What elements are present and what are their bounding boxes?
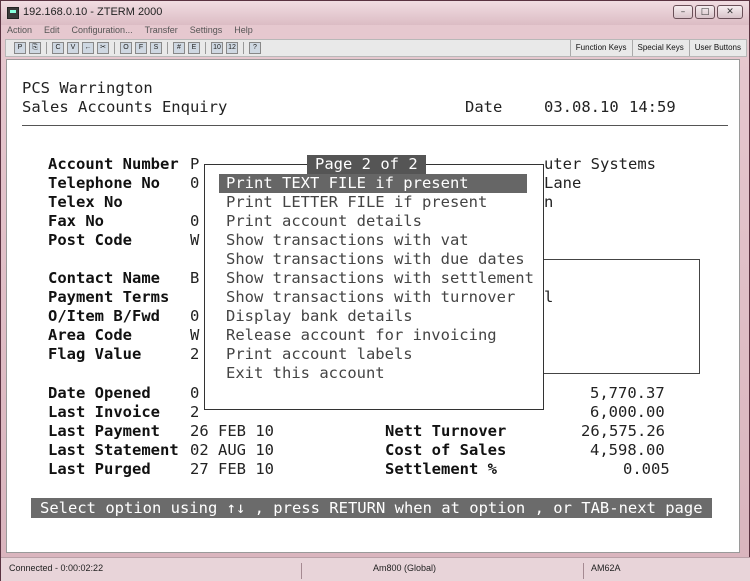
close-button[interactable]: ✕ — [717, 5, 743, 19]
date-value: 03.08.10 — [544, 98, 619, 116]
terminal-screen[interactable]: PCS Warrington Sales Accounts Enquiry Da… — [6, 59, 740, 553]
menu-help[interactable]: Help — [232, 25, 255, 39]
window-title: 192.168.0.10 - ZTERM 2000 — [23, 6, 163, 18]
address-fragment: n — [544, 193, 554, 211]
date-label: Date — [465, 98, 503, 116]
terminal-app-icon — [7, 7, 19, 19]
menu-bar: Action Edit Configuration... Transfer Se… — [5, 25, 255, 39]
field-value: 02 AUG 10 — [190, 441, 274, 459]
field-value: 0 — [190, 174, 200, 192]
grid-icon[interactable]: # — [173, 42, 185, 54]
menu-edit[interactable]: Edit — [42, 25, 62, 39]
field-label: Contact Name — [48, 269, 160, 287]
back-icon[interactable]: ← — [82, 42, 94, 54]
menu-option-print-account-details[interactable]: Print account details — [219, 212, 527, 231]
field-value: B — [190, 269, 200, 287]
help-icon[interactable]: ? — [249, 42, 261, 54]
field-label: Area Code — [48, 326, 132, 344]
amount-value: 26,575.26 — [581, 422, 665, 440]
field-value: 0 — [190, 307, 200, 325]
field-label: Telex No — [48, 193, 123, 211]
field-label: Flag Value — [48, 345, 142, 363]
field-label: Last Statement — [48, 441, 179, 459]
menu-option-release-account[interactable]: Release account for invoicing — [219, 326, 527, 345]
field-label: Last Purged — [48, 460, 151, 478]
menu-option-print-text-file[interactable]: Print TEXT FILE if present — [219, 174, 527, 193]
field-value: 2 — [190, 403, 200, 421]
company-name: PCS Warrington — [22, 79, 153, 97]
field-label: O/Item B/Fwd — [48, 307, 160, 325]
field-value: W — [190, 326, 200, 344]
app-window: 192.168.0.10 - ZTERM 2000 – □ ✕ Action E… — [0, 0, 750, 581]
terminal-status-line: Select option using ↑↓ , press RETURN wh… — [31, 498, 712, 518]
field-label: Fax No — [48, 212, 104, 230]
cols-10-icon[interactable]: 10 — [211, 42, 223, 54]
export-icon[interactable]: E — [188, 42, 200, 54]
copy-icon[interactable]: C — [52, 42, 64, 54]
screen-title: Sales Accounts Enquiry — [22, 98, 228, 116]
maximize-button[interactable]: □ — [695, 5, 715, 19]
save-icon[interactable]: S — [150, 42, 162, 54]
emulation-status: Am800 (Global) — [373, 563, 437, 573]
menu-option-print-labels[interactable]: Print account labels — [219, 345, 527, 364]
field-label-right: Cost of Sales — [385, 441, 507, 459]
box-fragment: l — [544, 288, 554, 306]
amount-value: 5,770.37 — [590, 384, 665, 402]
model-status: AM62A — [591, 563, 621, 573]
field-value: 27 FEB 10 — [190, 460, 274, 478]
header-divider — [22, 125, 728, 126]
menu-option-transactions-due-dates[interactable]: Show transactions with due dates — [219, 250, 527, 269]
connection-status: Connected - 0:00:02:22 — [9, 563, 104, 573]
function-keys-button[interactable]: Function Keys — [569, 40, 632, 56]
field-label: Date Opened — [48, 384, 151, 402]
menu-transfer[interactable]: Transfer — [143, 25, 180, 39]
field-value: 0 — [190, 384, 200, 402]
field-label-right: Nett Turnover — [385, 422, 507, 440]
field-value: P — [190, 155, 200, 173]
toolbar: P ⎘ C V ← ✂ O F S # E 10 12 ? Function K… — [5, 39, 747, 57]
popup-title: Page 2 of 2 — [307, 155, 426, 174]
field-label: Post Code — [48, 231, 132, 249]
folder-icon[interactable]: F — [135, 42, 147, 54]
field-value: 2 — [190, 345, 200, 363]
paste-icon[interactable]: V — [67, 42, 79, 54]
special-keys-button[interactable]: Special Keys — [631, 40, 689, 56]
menu-option-transactions-settlement[interactable]: Show transactions with settlement — [219, 269, 534, 288]
menu-settings[interactable]: Settings — [188, 25, 225, 39]
menu-option-transactions-turnover[interactable]: Show transactions with turnover — [219, 288, 527, 307]
field-label: Payment Terms — [48, 288, 170, 306]
amount-value: 6,000.00 — [590, 403, 665, 421]
field-value: 26 FEB 10 — [190, 422, 274, 440]
menu-option-transactions-vat[interactable]: Show transactions with vat — [219, 231, 527, 250]
menu-option-print-letter-file[interactable]: Print LETTER FILE if present — [219, 193, 527, 212]
cols-12-icon[interactable]: 12 — [226, 42, 238, 54]
field-label: Telephone No — [48, 174, 160, 192]
status-bar: Connected - 0:00:02:22 Am800 (Global) AM… — [1, 557, 750, 581]
minimize-button[interactable]: – — [673, 5, 693, 19]
amount-value: 0.005 — [623, 460, 670, 478]
menu-option-bank-details[interactable]: Display bank details — [219, 307, 527, 326]
field-label: Account Number — [48, 155, 179, 173]
amount-value: 4,598.00 — [590, 441, 665, 459]
time-value: 14:59 — [629, 98, 676, 116]
field-label-right: Settlement % — [385, 460, 497, 478]
print-icon[interactable]: P — [14, 42, 26, 54]
address-fragment: uter Systems — [544, 155, 656, 173]
address-fragment: Lane — [544, 174, 582, 192]
printer-icon[interactable]: ⎘ — [29, 42, 41, 54]
field-value: W — [190, 231, 200, 249]
field-label: Last Payment — [48, 422, 160, 440]
options-popup: Page 2 of 2 Print TEXT FILE if present P… — [204, 155, 544, 410]
field-label: Last Invoice — [48, 403, 160, 421]
cut-icon[interactable]: ✂ — [97, 42, 109, 54]
menu-action[interactable]: Action — [5, 25, 34, 39]
menu-configuration[interactable]: Configuration... — [70, 25, 135, 39]
field-value: 0 — [190, 212, 200, 230]
menu-option-exit-account[interactable]: Exit this account — [219, 364, 527, 383]
user-buttons-button[interactable]: User Buttons — [688, 40, 746, 56]
open-icon[interactable]: O — [120, 42, 132, 54]
title-bar: 192.168.0.10 - ZTERM 2000 – □ ✕ — [1, 1, 749, 25]
